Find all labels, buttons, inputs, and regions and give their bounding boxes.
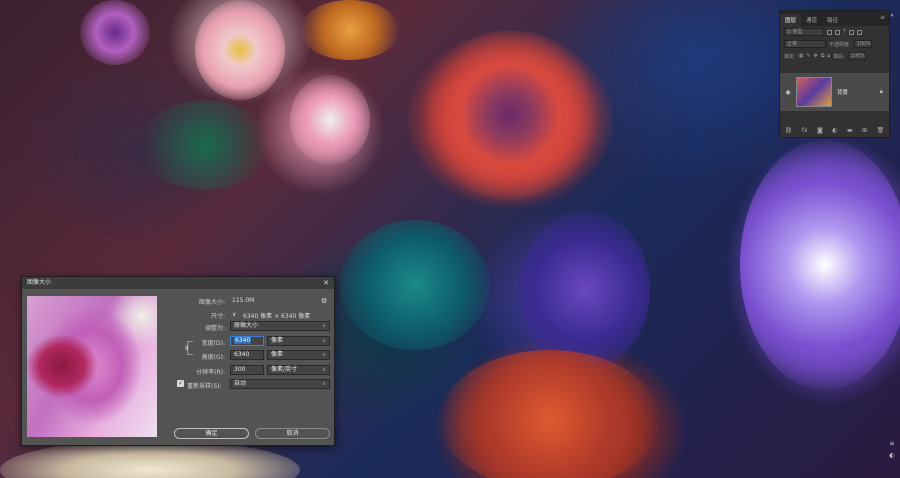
lock-label: 锁定: [784,53,796,60]
resolution-input[interactable]: 300 [230,365,264,375]
lock-paint-icon[interactable]: ✎ [806,53,810,59]
chevron-down-icon: ∨ [322,323,326,329]
artwork-leaf [520,210,650,370]
gear-icon[interactable]: ⚙ [321,297,327,305]
height-unit: 像素 [271,351,284,358]
lock-row: 锁定: ▦ ✎ ✥ ⧉ 🔒︎ 填充: 100% [780,50,889,62]
close-icon[interactable]: ✕ [323,277,329,289]
chevron-down-icon: ∨ [322,352,326,358]
filter-type-icon[interactable]: T [843,29,846,35]
tab-channels[interactable]: 通道 [801,14,822,26]
dimensions-label: 尺寸: [210,313,225,320]
adjustment-icon[interactable]: ◐ [832,127,837,134]
resolution-value: 300 [234,366,246,373]
resample-select[interactable]: 自动 ∨ [230,379,330,389]
menu-icon[interactable]: ≡ [880,14,885,21]
filter-shape-icon[interactable] [849,29,855,35]
lock-artboard-icon[interactable]: ⧉ [821,53,825,59]
dialog-title-bar[interactable]: 图像大小 ✕ [22,277,334,289]
fx-icon[interactable]: fx [802,127,808,134]
tab-layers[interactable]: 图层 [780,14,802,26]
dimensions-value: 6340 像素 × 6340 像素 [243,313,311,320]
visibility-eye-icon[interactable]: ◉ [783,89,793,96]
artwork-leaf [340,220,490,350]
panel-collapse-icon[interactable]: « [886,12,898,19]
width-label: 宽度(D): [201,340,225,347]
filter-adjustment-icon[interactable] [835,29,840,35]
image-size-dialog: 图像大小 ✕ 图像大小: 115.0M ⚙ 尺寸: ∨ 6340 像素 × 63… [21,276,335,446]
width-unit: 像素 [271,337,284,344]
resolution-unit: 像素/英寸 [271,366,298,373]
resample-label: 重新采样(S): [187,383,222,390]
resample-value: 自动 [234,380,247,387]
layer-thumbnail [796,77,832,107]
tab-paths[interactable]: 路径 [822,14,843,26]
height-unit-select[interactable]: 像素 ∨ [267,350,330,360]
fill-label: 填充: [833,53,845,60]
artwork-flower [440,350,660,478]
blend-row: 正常 不透明度: 100% [780,38,889,50]
ok-button[interactable]: 确定 [174,428,249,439]
image-size-value: 115.0M [232,297,255,304]
layer-filter-row: Q 类型 T [780,26,889,38]
image-size-label: 图像大小: [198,299,225,306]
adjustments-icon[interactable]: ◐ [886,452,898,459]
image-preview[interactable] [27,296,157,437]
height-value: 6340 [234,351,250,358]
chevron-down-icon: ∨ [322,367,326,373]
folder-icon[interactable]: ▬ [847,127,853,134]
width-value: 6340 [234,337,252,344]
height-label: 高度(G): [201,354,225,361]
chevron-down-icon: ∨ [322,381,326,387]
filter-pixel-icon[interactable] [827,29,832,35]
resample-checkbox[interactable]: ✓ [177,380,184,387]
fill-field[interactable]: 100% [847,52,866,60]
link-icon[interactable]: ⛓ [785,127,793,134]
width-unit-select[interactable]: 像素 ∨ [267,336,330,346]
layers-panel: 图层 通道 路径 ≡ Q 类型 T 正常 不透明度: 100% 锁定: ▦ ✎ … [779,10,890,138]
width-input[interactable]: 6340 [230,336,264,346]
new-layer-icon[interactable]: ⊞ [862,127,867,134]
fit-to-value: 原稿大小 [234,322,259,329]
lock-all-icon[interactable]: 🔒︎ [827,53,830,59]
layer-lock-icon[interactable]: 🔒︎ [880,88,883,96]
lock-position-icon[interactable]: ✥ [814,53,818,59]
properties-icon[interactable]: ≡ [886,440,898,447]
chevron-down-icon: ∨ [322,338,326,344]
artwork-flower [300,0,400,60]
artwork-leaf [140,100,270,190]
resolution-label: 分辨率(R): [196,369,225,376]
cancel-button[interactable]: 取消 [255,428,330,439]
opacity-field[interactable]: 100% [853,40,872,48]
layer-name: 背景 [837,90,849,96]
blend-mode-select[interactable]: 正常 [784,40,826,48]
mask-icon[interactable]: ◙ [817,127,823,134]
layer-row-background[interactable]: ◉ 背景 🔒︎ [780,73,889,111]
fit-to-select[interactable]: 原稿大小 ∨ [230,321,330,331]
artwork-flower [290,75,370,165]
layer-filter-select[interactable]: Q 类型 [784,28,824,36]
layers-panel-tabs: 图层 通道 路径 ≡ [780,11,889,26]
height-input[interactable]: 6340 [230,350,264,360]
fit-to-label: 调整为: [204,325,225,332]
artwork-flower [740,140,900,390]
artwork-flower [195,0,285,100]
artwork-flower [420,30,600,200]
trash-icon[interactable]: 🗑︎ [877,127,885,134]
artwork-flower [80,0,150,65]
resolution-unit-select[interactable]: 像素/英寸 ∨ [267,365,330,375]
lock-transparent-icon[interactable]: ▦ [799,53,804,59]
dialog-title: 图像大小 [27,279,52,286]
dimensions-chevron-icon[interactable]: ∨ [232,311,236,318]
layers-panel-footer: ⛓ fx ◙ ◐ ▬ ⊞ 🗑︎ [780,124,889,137]
opacity-label: 不透明度: [829,41,851,48]
filter-smart-object-icon[interactable] [857,29,863,35]
